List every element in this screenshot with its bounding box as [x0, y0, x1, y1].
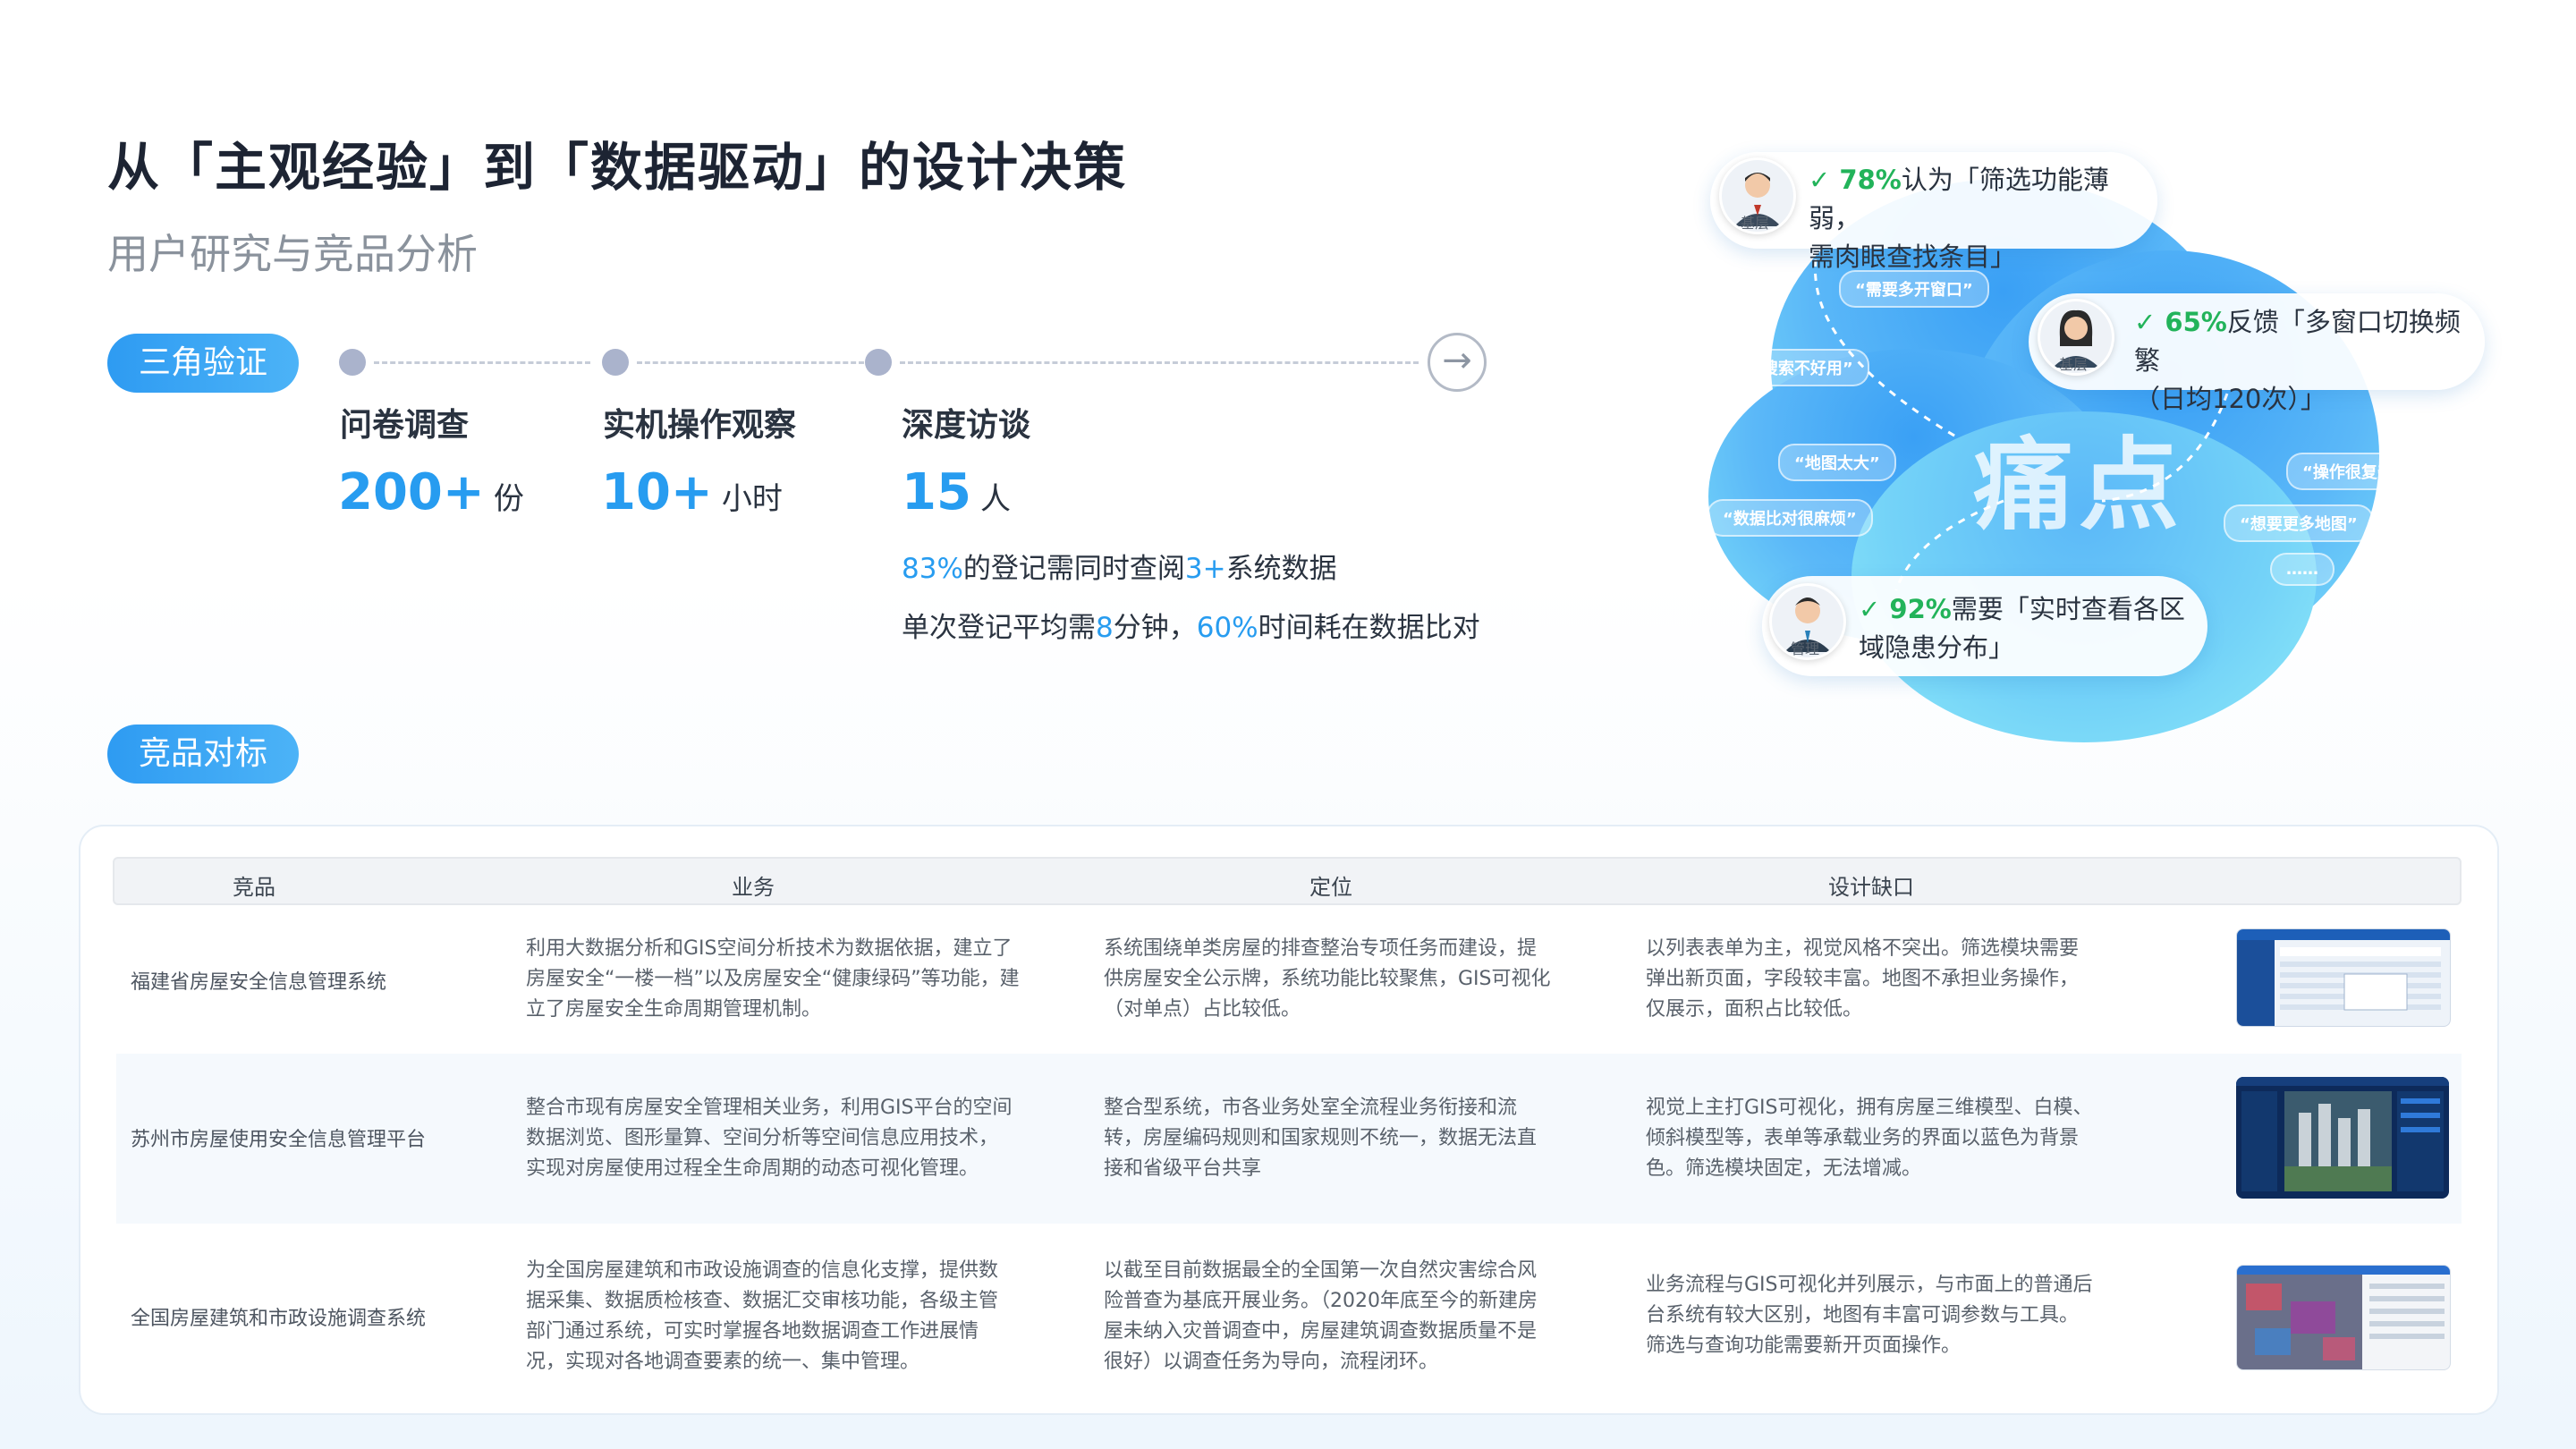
column-header-business: 业务	[732, 875, 775, 900]
painpoint-tag: ……	[2270, 553, 2334, 586]
painpoint-bubble-text: ✓ 65%反馈「多窗口切换频繁 （日均120次）」	[2134, 307, 2461, 414]
painpoint-tag: “操作很复杂”	[2286, 453, 2420, 490]
step-title-observation: 实机操作观察	[603, 407, 797, 444]
position-cell: 以截至目前数据最全的全国第一次自然灾害综合风 险普查为基底开展业务。（2020年底…	[1104, 1259, 1538, 1373]
competitor-name: 苏州市房屋使用安全信息管理平台	[131, 1129, 427, 1151]
design-gap-cell: 业务流程与GIS可视化并列展示，与市面上的普通后 台系统有较大区别，地图有丰富可调…	[1646, 1274, 2093, 1357]
stat-number: 10+	[601, 463, 713, 521]
avatar-role: 管理	[1790, 640, 1819, 657]
competitor-pill: 竞品对标	[107, 724, 299, 784]
avatar-role: 基层	[1740, 215, 1769, 232]
timeline-dash	[900, 361, 1419, 364]
stat-unit: 人	[979, 481, 1011, 517]
competitor-name: 全国房屋建筑和市政设施调查系统	[131, 1308, 427, 1330]
insight-note-1: 83%的登记需同时查阅3+系统数据	[902, 553, 1337, 585]
painpoint-tag: “数据比对很麻烦”	[1707, 499, 1873, 537]
stat-observation: 10+ 小时	[601, 463, 783, 521]
page-title: 从「主观经验」到「数据驱动」的设计决策	[107, 137, 1128, 198]
timeline-dash	[374, 361, 590, 364]
stat-unit: 小时	[721, 481, 783, 517]
screenshot-thumbnail-fujian[interactable]	[2236, 928, 2451, 1027]
painpoint-center-label: 痛点	[1973, 428, 2184, 544]
insight-note-2: 单次登记平均需8分钟，60%时间耗在数据比对	[902, 612, 1480, 644]
painpoint-tag: “地图太大”	[1778, 444, 1896, 481]
stat-interview: 15 人	[902, 463, 1011, 521]
competitor-name: 福建省房屋安全信息管理系统	[131, 971, 387, 994]
column-header-position: 定位	[1309, 875, 1352, 900]
stat-survey: 200+ 份	[338, 463, 524, 521]
step-title-interview: 深度访谈	[902, 407, 1031, 444]
business-cell: 整合市现有房屋安全管理相关业务，利用GIS平台的空间 数据浏览、图形量算、空间分析…	[526, 1097, 1013, 1180]
design-gap-cell: 以列表表单为主，视觉风格不突出。筛选模块需要 弹出新页面，字段较丰富。地图不承担业…	[1646, 937, 2080, 1021]
painpoint-bubble-text: ✓ 78%认为「筛选功能薄弱， 需肉眼查找条目」	[1809, 165, 2109, 272]
painpoint-tag: “想要更多地图”	[2224, 504, 2374, 542]
painpoint-tag: “搜索不好用”	[1735, 349, 1869, 386]
timeline-dot-2	[602, 349, 629, 376]
stat-unit: 份	[493, 481, 524, 517]
timeline-dash	[637, 361, 864, 364]
table-header	[113, 857, 2462, 905]
design-gap-cell: 视觉上主打GIS可视化，拥有房屋三维模型、白模、 倾斜模型等，表单等承载业务的界面…	[1646, 1097, 2093, 1180]
painpoint-bubble-text: ✓ 92%需要「实时查看各区 域隐患分布」	[1859, 594, 2185, 663]
position-cell: 系统围绕单类房屋的排查整治专项任务而建设，提 供房屋安全公示牌，系统功能比较聚焦，…	[1104, 937, 1551, 1021]
screenshot-thumbnail-suzhou[interactable]	[2236, 1077, 2449, 1199]
arrow-right-icon[interactable]: →	[1428, 333, 1487, 392]
page-subtitle: 用户研究与竞品分析	[107, 230, 478, 278]
business-cell: 为全国房屋建筑和市政设施调查的信息化支撑，提供数 据采集、数据质检核查、数据汇交审…	[526, 1259, 999, 1373]
triangle-verification-pill: 三角验证	[107, 334, 299, 393]
position-cell: 整合型系统，市各业务处室全流程业务衔接和流 转，房屋编码规则和国家规则不统一，数据…	[1104, 1097, 1538, 1180]
step-title-survey: 问卷调查	[340, 407, 470, 444]
column-header-product: 竞品	[233, 875, 275, 900]
stat-number: 200+	[338, 463, 485, 521]
screenshot-thumbnail-national[interactable]	[2236, 1265, 2451, 1370]
stat-number: 15	[902, 463, 971, 521]
business-cell: 利用大数据分析和GIS空间分析技术为数据依据，建立了 房屋安全“一楼一档”以及房屋…	[526, 937, 1020, 1021]
timeline-dot-3	[865, 349, 892, 376]
avatar-role: 基层	[2058, 356, 2088, 373]
column-header-design-gap: 设计缺口	[1828, 875, 1914, 900]
timeline-dot-1	[339, 349, 366, 376]
